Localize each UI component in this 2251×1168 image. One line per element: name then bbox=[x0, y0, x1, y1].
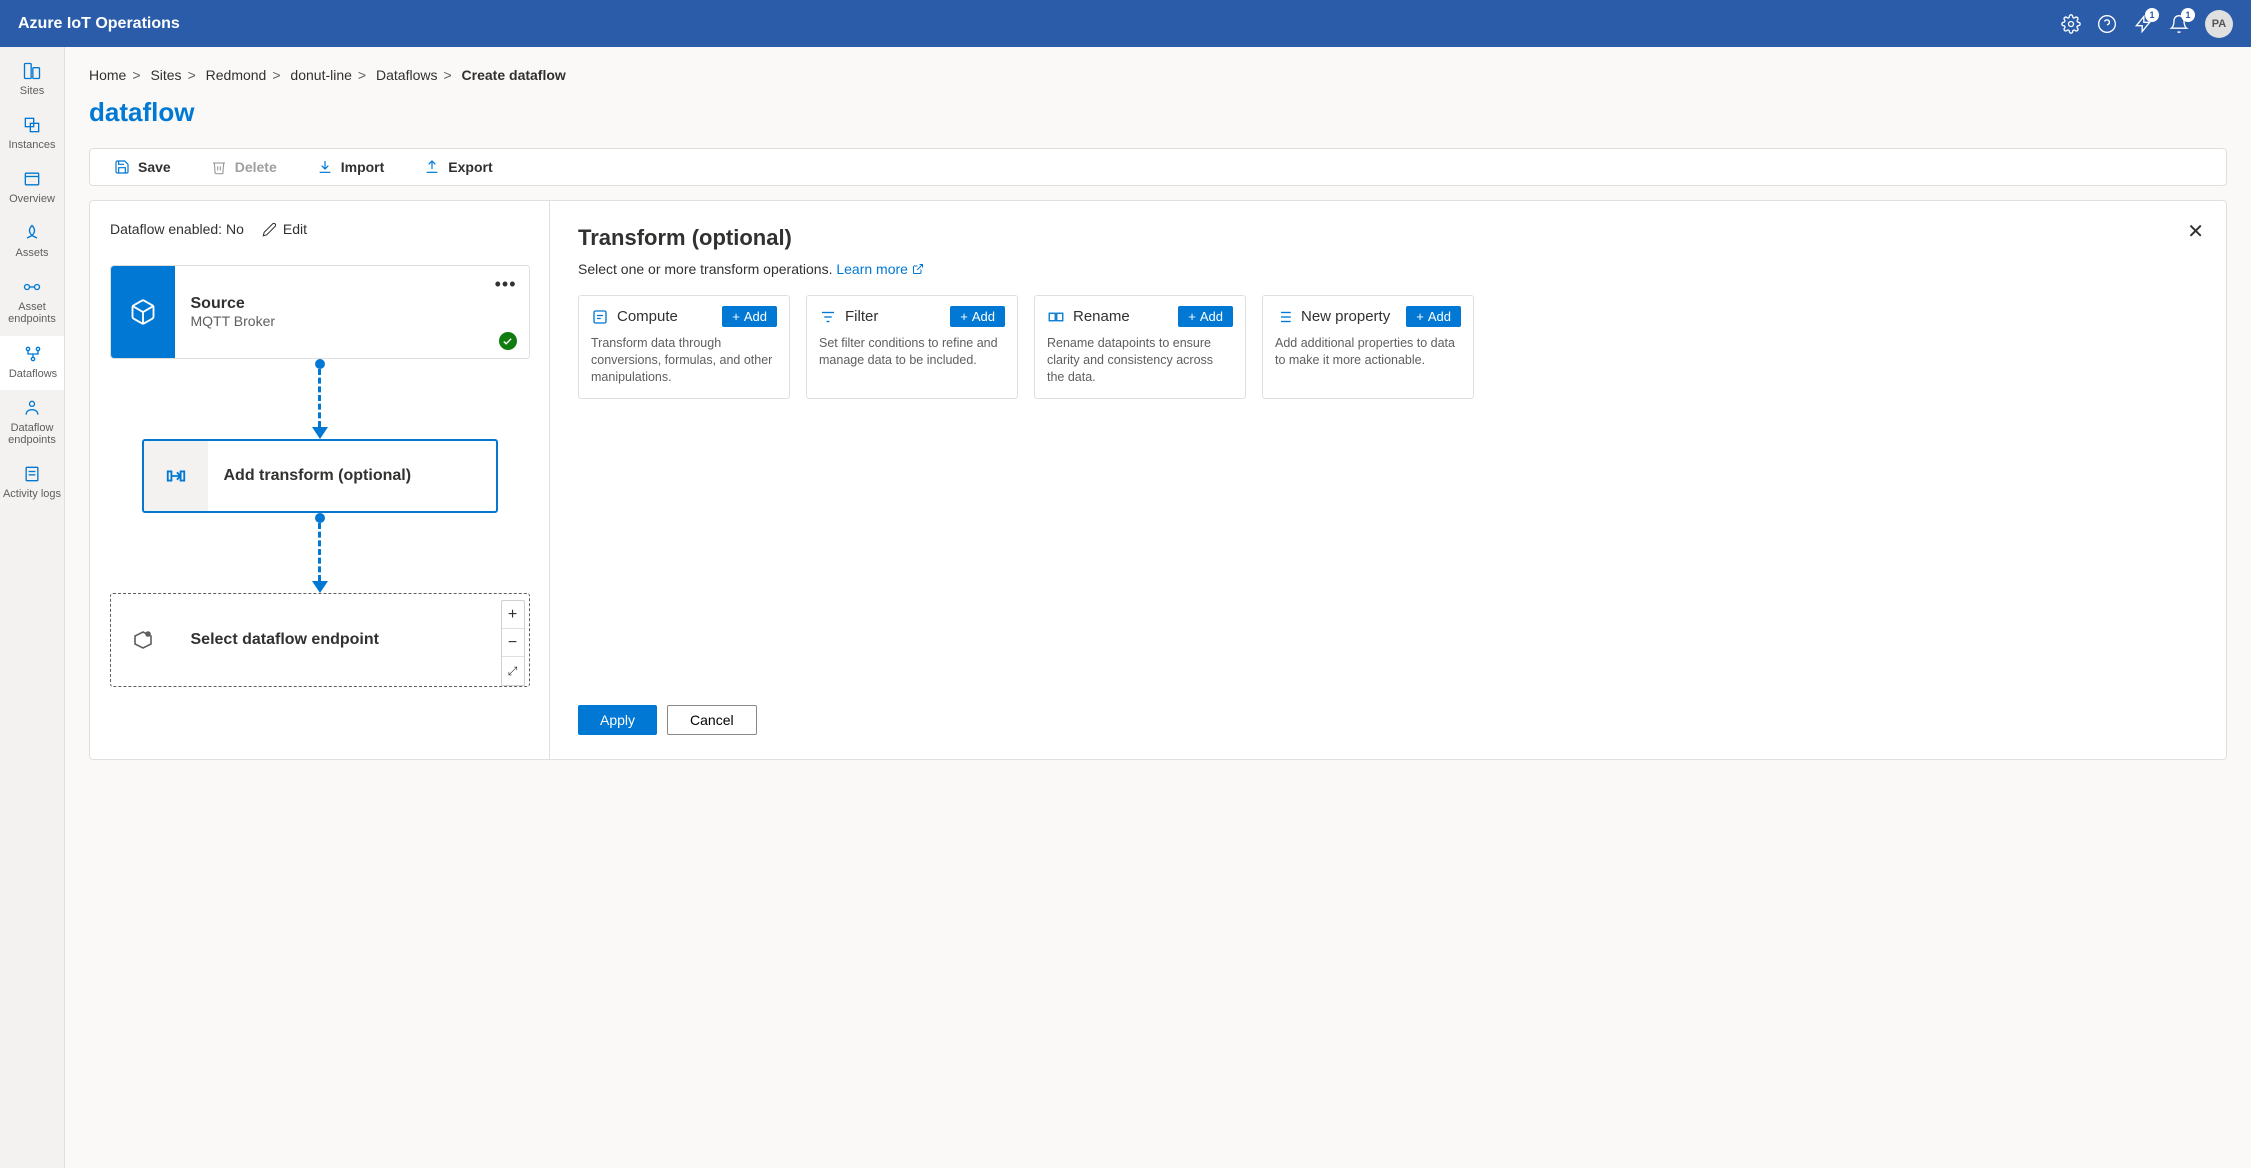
sidebar-item-activity-logs[interactable]: Activity logs bbox=[0, 456, 64, 510]
export-button[interactable]: Export bbox=[424, 159, 492, 175]
endpoint-icon bbox=[111, 594, 175, 686]
settings-icon[interactable] bbox=[2061, 14, 2081, 34]
add-new-property-button[interactable]: + Add bbox=[1406, 306, 1461, 327]
breadcrumb: Home> Sites> Redmond> donut-line> Datafl… bbox=[89, 67, 2227, 83]
app-header: Azure IoT Operations 1 1 PA bbox=[0, 0, 2251, 47]
diagnostics-icon[interactable]: 1 bbox=[2133, 14, 2153, 34]
new-property-card: New property + Add Add additional proper… bbox=[1262, 295, 1474, 399]
import-button[interactable]: Import bbox=[317, 159, 385, 175]
filter-card: Filter + Add Set filter conditions to re… bbox=[806, 295, 1018, 399]
sidebar-label: Assets bbox=[15, 247, 48, 259]
sidebar-label: Instances bbox=[8, 139, 55, 151]
main-content: Home> Sites> Redmond> donut-line> Datafl… bbox=[65, 47, 2251, 1168]
rename-icon bbox=[1047, 308, 1065, 326]
zoom-fit-button[interactable]: ⤢ bbox=[502, 657, 524, 685]
cube-icon bbox=[111, 266, 175, 358]
node-menu-icon[interactable]: ••• bbox=[495, 274, 517, 295]
breadcrumb-item[interactable]: Dataflows bbox=[376, 67, 437, 83]
compute-desc: Transform data through conversions, form… bbox=[591, 335, 777, 386]
sidebar-label: Overview bbox=[9, 193, 55, 205]
add-filter-button[interactable]: + Add bbox=[950, 306, 1005, 327]
transform-cards: Compute + Add Transform data through con… bbox=[578, 295, 2198, 399]
check-icon bbox=[499, 332, 517, 350]
compute-icon bbox=[591, 308, 609, 326]
filter-desc: Set filter conditions to refine and mana… bbox=[819, 335, 1005, 369]
source-subtitle: MQTT Broker bbox=[191, 313, 513, 329]
toolbar: Save Delete Import Export bbox=[89, 148, 2227, 186]
delete-button: Delete bbox=[211, 159, 277, 175]
notifications-icon[interactable]: 1 bbox=[2169, 14, 2189, 34]
destination-title: Select dataflow endpoint bbox=[175, 631, 395, 649]
edit-label: Edit bbox=[283, 221, 307, 237]
sidebar-label: Sites bbox=[20, 85, 44, 97]
filter-icon bbox=[819, 308, 837, 326]
apply-button[interactable]: Apply bbox=[578, 705, 657, 735]
sidebar-item-asset-endpoints[interactable]: Asset endpoints bbox=[0, 269, 64, 335]
breadcrumb-item[interactable]: Sites bbox=[150, 67, 181, 83]
new-property-label: New property bbox=[1301, 308, 1390, 325]
connector bbox=[319, 359, 321, 439]
sidebar-label: Activity logs bbox=[3, 488, 61, 500]
sidebar-label: Dataflow endpoints bbox=[2, 422, 62, 446]
transform-icon bbox=[144, 441, 208, 511]
transform-node[interactable]: Add transform (optional) bbox=[142, 439, 498, 513]
sidebar-item-assets[interactable]: Assets bbox=[0, 215, 64, 269]
breadcrumb-item[interactable]: Home bbox=[89, 67, 126, 83]
breadcrumb-item[interactable]: Redmond bbox=[206, 67, 267, 83]
cancel-button[interactable]: Cancel bbox=[667, 705, 757, 735]
connector bbox=[319, 513, 321, 593]
delete-label: Delete bbox=[235, 159, 277, 175]
panel-subtitle: Select one or more transform operations.… bbox=[578, 261, 2198, 277]
sidebar-item-dataflow-endpoints[interactable]: Dataflow endpoints bbox=[0, 390, 64, 456]
content-card: Dataflow enabled: No Edit Source bbox=[89, 200, 2227, 760]
app-title: Azure IoT Operations bbox=[18, 15, 180, 33]
transform-panel: ✕ Transform (optional) Select one or mor… bbox=[550, 201, 2226, 759]
sidebar-label: Dataflows bbox=[9, 368, 57, 380]
notifications-badge: 1 bbox=[2181, 8, 2195, 22]
enable-label: Dataflow enabled: No bbox=[110, 221, 244, 237]
page-title: dataflow bbox=[89, 97, 2227, 128]
flow-canvas: Source MQTT Broker ••• bbox=[110, 265, 529, 687]
transform-title: Add transform (optional) bbox=[208, 467, 428, 485]
source-title: Source bbox=[191, 295, 513, 313]
add-compute-button[interactable]: + Add bbox=[722, 306, 777, 327]
rename-desc: Rename datapoints to ensure clarity and … bbox=[1047, 335, 1233, 386]
breadcrumb-current: Create dataflow bbox=[462, 67, 566, 83]
edit-button[interactable]: Edit bbox=[262, 221, 307, 237]
list-icon bbox=[1275, 308, 1293, 326]
panel-title: Transform (optional) bbox=[578, 225, 2198, 251]
header-actions: 1 1 PA bbox=[2061, 10, 2233, 38]
sidebar-item-instances[interactable]: Instances bbox=[0, 107, 64, 161]
filter-label: Filter bbox=[845, 308, 878, 325]
compute-card: Compute + Add Transform data through con… bbox=[578, 295, 790, 399]
enable-row: Dataflow enabled: No Edit bbox=[110, 221, 529, 237]
help-icon[interactable] bbox=[2097, 14, 2117, 34]
new-property-desc: Add additional properties to data to mak… bbox=[1275, 335, 1461, 369]
sidebar-label: Asset endpoints bbox=[2, 301, 62, 325]
zoom-controls: + − ⤢ bbox=[501, 600, 525, 686]
add-rename-button[interactable]: + Add bbox=[1178, 306, 1233, 327]
rename-label: Rename bbox=[1073, 308, 1130, 325]
destination-node[interactable]: Select dataflow endpoint + − ⤢ bbox=[110, 593, 530, 687]
sidebar-item-sites[interactable]: Sites bbox=[0, 53, 64, 107]
zoom-in-button[interactable]: + bbox=[502, 601, 524, 629]
source-node[interactable]: Source MQTT Broker ••• bbox=[110, 265, 530, 359]
user-avatar[interactable]: PA bbox=[2205, 10, 2233, 38]
export-label: Export bbox=[448, 159, 492, 175]
panel-footer: Apply Cancel bbox=[578, 685, 2198, 735]
breadcrumb-item[interactable]: donut-line bbox=[290, 67, 352, 83]
canvas-pane: Dataflow enabled: No Edit Source bbox=[90, 201, 550, 759]
save-button[interactable]: Save bbox=[114, 159, 171, 175]
learn-more-link[interactable]: Learn more bbox=[836, 261, 923, 277]
compute-label: Compute bbox=[617, 308, 678, 325]
save-label: Save bbox=[138, 159, 171, 175]
zoom-out-button[interactable]: − bbox=[502, 629, 524, 657]
rename-card: Rename + Add Rename datapoints to ensure… bbox=[1034, 295, 1246, 399]
sidebar-item-overview[interactable]: Overview bbox=[0, 161, 64, 215]
import-label: Import bbox=[341, 159, 385, 175]
sidebar-item-dataflows[interactable]: Dataflows bbox=[0, 336, 64, 390]
close-icon[interactable]: ✕ bbox=[2187, 219, 2204, 244]
sidebar: Sites Instances Overview Assets Asset en… bbox=[0, 47, 65, 1168]
diagnostics-badge: 1 bbox=[2145, 8, 2159, 22]
